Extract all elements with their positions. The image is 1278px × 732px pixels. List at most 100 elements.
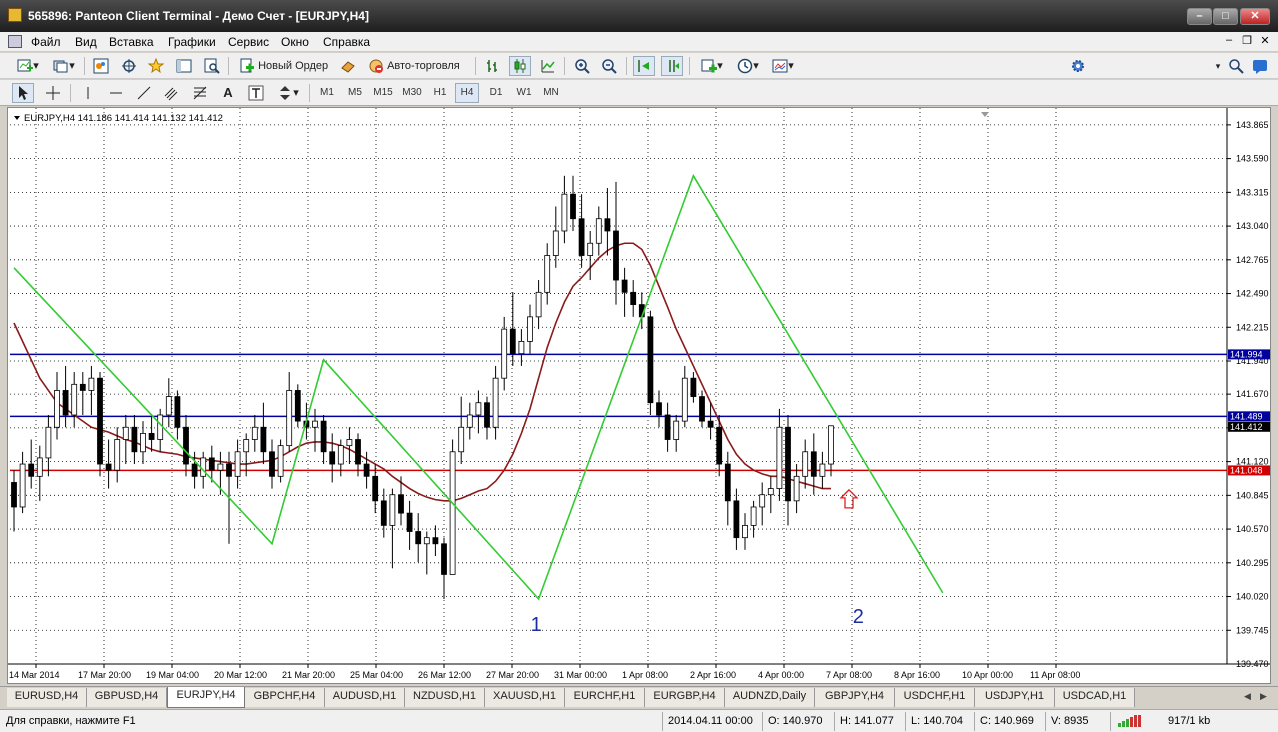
tab-eurgbp-h4[interactable]: EURGBP,H4 [645,688,725,707]
text-label-tool[interactable] [245,83,267,103]
search-button[interactable] [1226,56,1246,76]
timeframe-m30[interactable]: M30 [399,83,425,103]
status-open: O: 140.970 [768,715,823,727]
candle-body [62,390,69,416]
mdi-restore-icon[interactable]: ❐ [1240,34,1254,47]
timeframe-h1[interactable]: H1 [428,83,452,103]
timeframe-mn[interactable]: MN [539,83,563,103]
auto-scroll-button[interactable] [633,56,655,76]
indicators-button[interactable]: ▾ [696,56,728,76]
settings-gear-button[interactable] [1068,56,1088,76]
timeframe-w1[interactable]: W1 [512,83,536,103]
chart-tabs: EURUSD,H4 GBPUSD,H4 EURJPY,H4 GBPCHF,H4 … [0,686,1278,708]
profiles-button[interactable]: ▾ [48,56,80,76]
tab-scroll-right-icon[interactable]: ▶ [1260,691,1267,702]
candle-body [380,500,387,526]
new-chart-icon [17,59,34,72]
minimize-button[interactable]: – [1187,8,1212,25]
community-button[interactable] [1250,56,1270,76]
chart-shift-button[interactable] [661,56,683,76]
candle-body [518,340,525,355]
candle-body [148,432,155,440]
price-level-label: 141.048 [1230,465,1263,475]
zoom-out-button[interactable] [598,56,620,76]
maximize-button[interactable]: □ [1213,8,1238,25]
candle-body [286,390,293,447]
menu-tools[interactable]: Сервис [228,35,269,49]
status-close: C: 140.969 [980,715,1034,727]
tab-eurusd-h4[interactable]: EURUSD,H4 [7,688,87,707]
menu-file[interactable]: Файл [31,35,61,49]
close-button[interactable]: ✕ [1240,8,1270,25]
timeframe-m5[interactable]: M5 [343,83,367,103]
tab-scroll-left-icon[interactable]: ◀ [1244,691,1251,702]
new-order-button[interactable]: Новый Ордер [235,56,333,76]
navigator-button[interactable] [145,56,167,76]
tab-xauusd-h1[interactable]: XAUUSD,H1 [485,688,565,707]
zoom-in-button[interactable] [571,56,593,76]
tab-usdchf-h1[interactable]: USDCHF,H1 [895,688,975,707]
trendline-icon [137,86,151,100]
menu-charts[interactable]: Графики [168,35,216,49]
menu-insert[interactable]: Вставка [109,35,154,49]
price-chart[interactable]: 143.865 143.590 143.315 143.040 142.765 142.4… [8,108,1270,683]
x-tick-label: 19 Mar 04:00 [146,670,199,680]
periods-button[interactable]: ▾ [733,56,763,76]
chart-window[interactable]: 143.865 143.590 143.315 143.040 142.765 142.4… [7,107,1271,684]
menu-window[interactable]: Окно [281,35,309,49]
fibonacci-tool[interactable] [189,83,211,103]
candle-body [535,291,542,318]
meta-editor-button[interactable] [337,56,359,76]
tab-audusd-h1[interactable]: AUDUSD,H1 [325,688,405,707]
candle-body [45,426,52,459]
horizontal-line-tool[interactable] [105,83,127,103]
line-chart-button[interactable] [537,56,559,76]
autotrading-button[interactable]: Авто-торговля [364,56,470,76]
zigzag-line [13,173,944,601]
fibonacci-icon [193,86,207,100]
tab-nzdusd-h1[interactable]: NZDUSD,H1 [405,688,485,707]
text-label-icon [248,85,264,101]
menu-help[interactable]: Справка [323,35,370,49]
candle-body [458,426,465,453]
tab-usdcad-h1[interactable]: USDCAD,H1 [1055,688,1135,707]
tab-audnzd-daily[interactable]: AUDNZD,Daily [725,688,815,707]
chart-header: EURJPY,H4 141.186 141.414 141.132 141.41… [24,113,223,124]
tab-gbpjpy-h4[interactable]: GBPJPY,H4 [815,688,895,707]
strategy-tester-button[interactable] [201,56,223,76]
community-icon [1253,60,1267,75]
tab-usdjpy-h1[interactable]: USDJPY,H1 [975,688,1055,707]
candle-body [742,524,748,539]
arrows-tool[interactable]: ▾ [273,83,303,103]
templates-button[interactable]: ▾ [768,56,798,76]
text-tool[interactable]: A [217,83,239,103]
timeframe-h4[interactable]: H4 [455,83,479,103]
equidistant-channel-tool[interactable] [161,83,183,103]
candle-body [441,543,447,575]
search-dropdown-icon[interactable]: ▾ [1212,56,1224,76]
mdi-minimize-icon[interactable]: – [1222,34,1236,46]
timeframe-m1[interactable]: M1 [315,83,339,103]
crosshair-tool[interactable] [42,83,64,103]
tab-eurchf-h1[interactable]: EURCHF,H1 [565,688,645,707]
data-window-button[interactable] [118,56,140,76]
candle-body [716,426,723,465]
market-watch-button[interactable] [90,56,112,76]
trendline-tool[interactable] [133,83,155,103]
candlestick-chart-button[interactable] [509,56,531,76]
cursor-tool[interactable] [12,83,34,103]
window-title: 565896: Panteon Client Terminal - Демо С… [28,9,369,23]
tab-gbpusd-h4[interactable]: GBPUSD,H4 [87,688,167,707]
tab-gbpchf-h4[interactable]: GBPCHF,H4 [245,688,325,707]
tab-eurjpy-h4[interactable]: EURJPY,H4 [167,687,245,708]
timeframe-m15[interactable]: M15 [370,83,396,103]
new-chart-button[interactable]: ▾ [12,56,44,76]
document-icon[interactable] [8,35,22,48]
menu-view[interactable]: Вид [75,35,97,49]
candle-body [802,451,809,477]
mdi-close-icon[interactable]: ✕ [1258,34,1272,47]
bar-chart-button[interactable] [482,56,504,76]
timeframe-d1[interactable]: D1 [484,83,508,103]
vertical-line-tool[interactable] [77,83,99,103]
terminal-button[interactable] [173,56,195,76]
